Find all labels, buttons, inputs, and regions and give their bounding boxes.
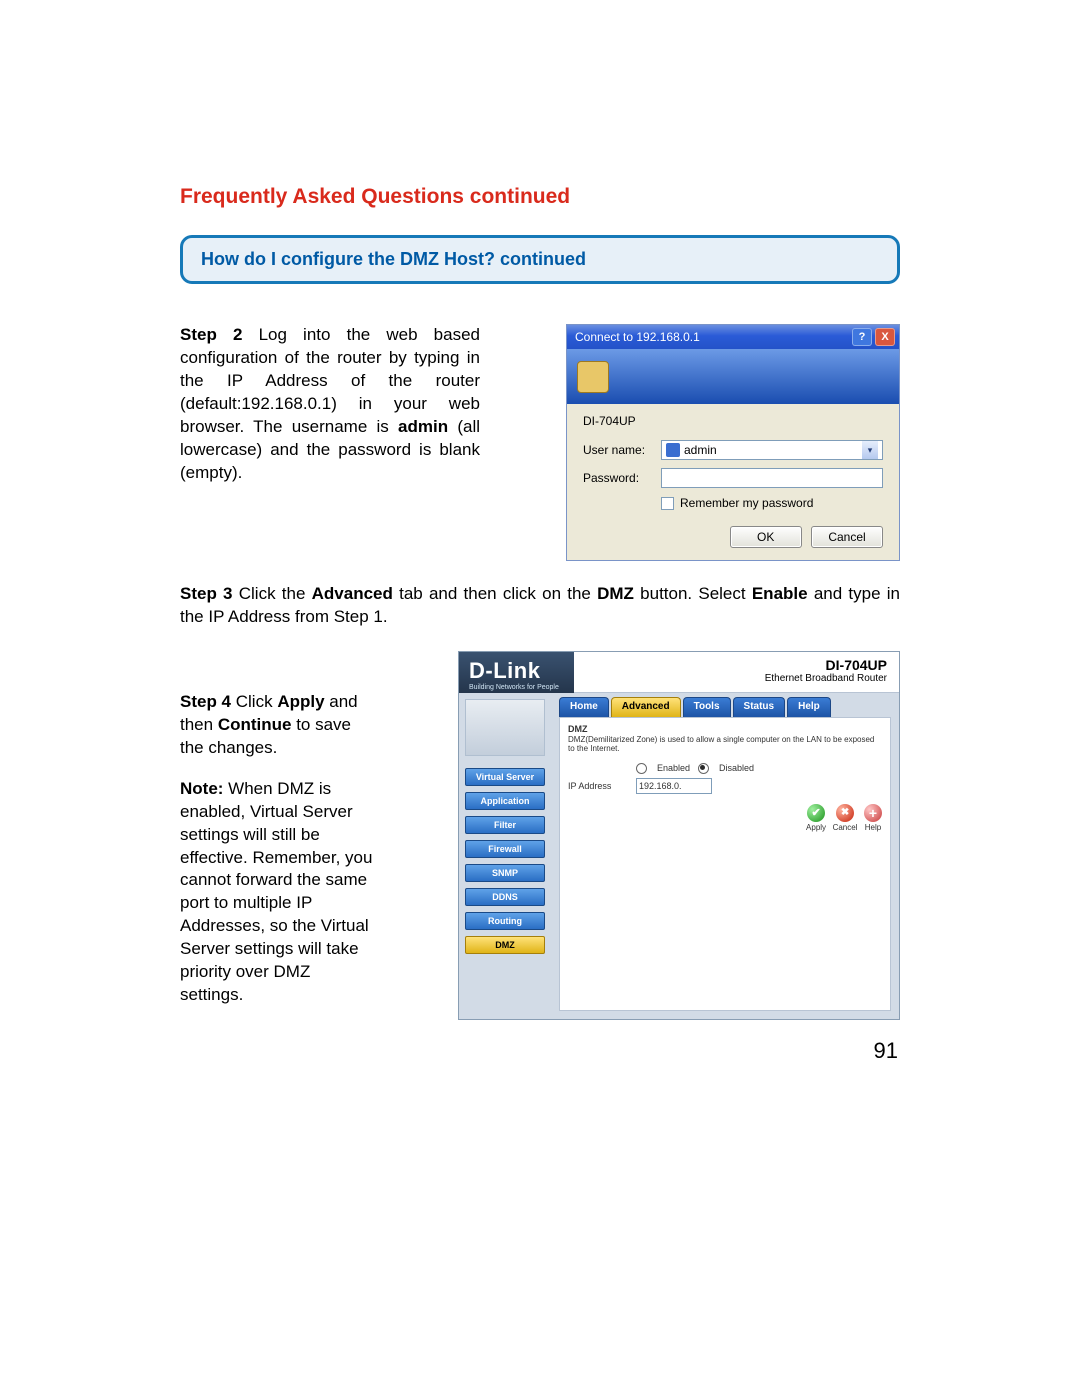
sidebar-item-firewall[interactable]: Firewall	[465, 840, 545, 858]
sidebar-item-dmz[interactable]: DMZ	[465, 936, 545, 954]
router-sidebar: Virtual Server Application Filter Firewall S…	[459, 693, 551, 1019]
model-area: DI-704UP Ethernet Broadband Router	[574, 652, 899, 693]
router-admin-ui: D-Link Building Networks for People DI-7…	[458, 651, 900, 1020]
brand-name: D-Link	[469, 658, 564, 684]
auth-dialog-banner	[567, 349, 899, 404]
step4-text: Step 4 Click Apply and then Continue to …	[180, 691, 375, 1007]
check-icon	[807, 804, 825, 822]
help-label: Help	[865, 823, 881, 832]
step2-text: Step 2 Log into the web based configurat…	[180, 324, 480, 485]
password-field[interactable]	[661, 468, 883, 488]
user-icon	[666, 443, 680, 457]
disabled-radio[interactable]	[698, 763, 709, 774]
ip-value: 192.168.0.	[639, 781, 682, 791]
step3-text: Step 3 Click the Advanced tab and then c…	[180, 583, 900, 629]
panel-title: DMZ	[568, 724, 882, 734]
manual-page: Frequently Asked Questions continued How…	[0, 0, 1080, 1200]
auth-dialog-title: Connect to 192.168.0.1	[575, 325, 700, 349]
step2-admin: admin	[398, 417, 448, 436]
step3-a: Click the	[233, 584, 312, 603]
username-value: admin	[684, 443, 717, 457]
step3-enable: Enable	[752, 584, 808, 603]
tab-status[interactable]: Status	[733, 697, 786, 717]
keys-icon	[577, 361, 609, 393]
router-header: D-Link Building Networks for People DI-7…	[459, 652, 899, 693]
sidebar-item-snmp[interactable]: SNMP	[465, 864, 545, 882]
step2-label: Step 2	[180, 325, 242, 344]
remember-checkbox[interactable]	[661, 497, 674, 510]
username-field[interactable]: admin ▾	[661, 440, 883, 460]
username-label: User name:	[583, 443, 661, 457]
cancel-label: Cancel	[833, 823, 858, 832]
page-number: 91	[180, 1038, 900, 1064]
step3-b: tab and then click on the	[393, 584, 597, 603]
step3-dmz: DMZ	[597, 584, 634, 603]
panel-desc: DMZ(Demilitarized Zone) is used to allow…	[568, 735, 882, 753]
tab-advanced[interactable]: Advanced	[611, 697, 681, 717]
step2-row: Step 2 Log into the web based configurat…	[180, 324, 900, 561]
step4-continue: Continue	[218, 715, 292, 734]
sidebar-item-filter[interactable]: Filter	[465, 816, 545, 834]
help-button[interactable]: Help	[864, 804, 882, 832]
close-icon[interactable]: X	[875, 328, 895, 346]
step4-row: Step 4 Click Apply and then Continue to …	[180, 651, 900, 1020]
plus-icon	[864, 804, 882, 822]
faq-question-box: How do I configure the DMZ Host? continu…	[180, 235, 900, 284]
x-icon	[836, 804, 854, 822]
enabled-radio[interactable]	[636, 763, 647, 774]
enabled-label: Enabled	[657, 763, 690, 773]
remember-label: Remember my password	[680, 496, 813, 510]
sidebar-item-ddns[interactable]: DDNS	[465, 888, 545, 906]
step3-label: Step 3	[180, 584, 233, 603]
model-name: DI-704UP	[574, 657, 887, 673]
disabled-label: Disabled	[719, 763, 754, 773]
auth-dialog: Connect to 192.168.0.1 ? X DI-704UP User…	[566, 324, 900, 561]
panel-actions: Apply Cancel Help	[568, 804, 882, 832]
faq-section-heading: Frequently Asked Questions continued	[180, 185, 900, 209]
ok-button[interactable]: OK	[730, 526, 802, 548]
note-label: Note:	[180, 779, 223, 798]
help-icon[interactable]: ?	[852, 328, 872, 346]
auth-dialog-titlebar: Connect to 192.168.0.1 ? X	[567, 325, 899, 349]
model-desc: Ethernet Broadband Router	[574, 673, 887, 684]
cancel-button-router[interactable]: Cancel	[833, 804, 858, 832]
sidebar-item-virtual-server[interactable]: Virtual Server	[465, 768, 545, 786]
step4-apply: Apply	[277, 692, 324, 711]
password-label: Password:	[583, 471, 661, 485]
apply-label: Apply	[806, 823, 826, 832]
router-tabbar: HomeAdvancedToolsStatusHelp	[551, 697, 899, 717]
dlink-logo: D-Link Building Networks for People	[459, 652, 574, 693]
step3-c: button. Select	[634, 584, 752, 603]
note-text: When DMZ is enabled, Virtual Server sett…	[180, 779, 372, 1004]
step4-label: Step 4	[180, 692, 231, 711]
step3-advanced: Advanced	[312, 584, 393, 603]
auth-realm: DI-704UP	[583, 414, 883, 428]
ip-address-label: IP Address	[568, 781, 628, 791]
chevron-down-icon[interactable]: ▾	[862, 441, 878, 459]
sidebar-item-routing[interactable]: Routing	[465, 912, 545, 930]
brand-tagline: Building Networks for People	[469, 684, 564, 691]
apply-button[interactable]: Apply	[806, 804, 826, 832]
tab-tools[interactable]: Tools	[683, 697, 731, 717]
tab-home[interactable]: Home	[559, 697, 609, 717]
sidebar-item-application[interactable]: Application	[465, 792, 545, 810]
cancel-button[interactable]: Cancel	[811, 526, 883, 548]
device-image	[465, 699, 545, 756]
dmz-panel: DMZ DMZ(Demilitarized Zone) is used to a…	[559, 717, 891, 1011]
ip-address-input[interactable]: 192.168.0.	[636, 778, 712, 794]
step4-a: Click	[231, 692, 277, 711]
tab-help[interactable]: Help	[787, 697, 831, 717]
